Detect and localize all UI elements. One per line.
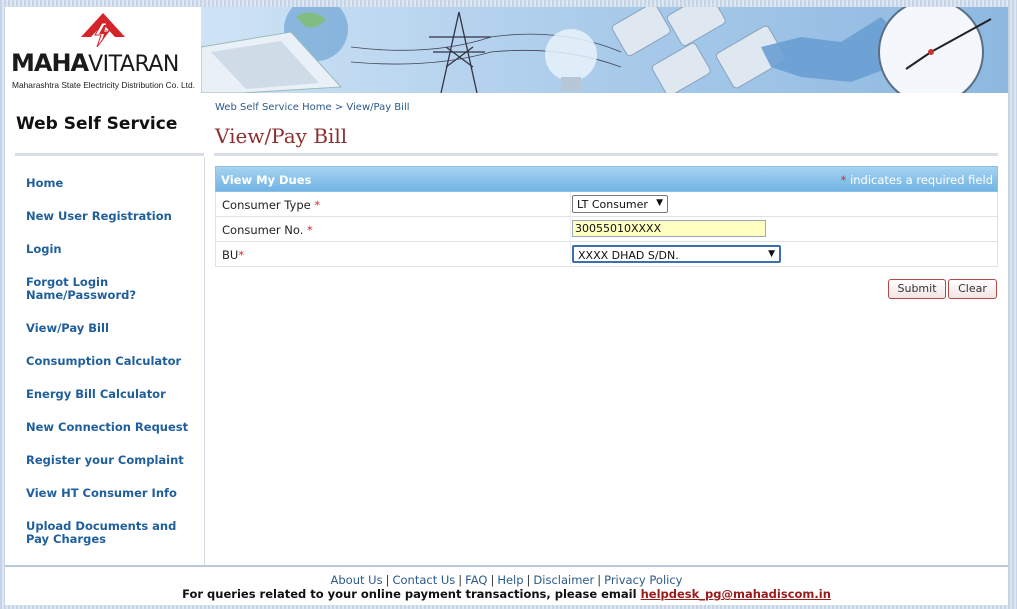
breadcrumb-separator: > [334, 102, 344, 113]
consumer-no-input[interactable]: 30055010XXXX [572, 220, 766, 237]
consumer-type-label-text: Consumer Type [222, 198, 311, 212]
breadcrumb-home-link[interactable]: Web Self Service Home [215, 102, 332, 113]
helpdesk-email-link[interactable]: helpdesk_pg@mahadiscom.in [641, 587, 831, 601]
footer-link-disclaimer[interactable]: Disclaimer [533, 573, 594, 587]
consumer-no-required-star: * [307, 223, 313, 237]
sidebar-item-new-user-registration[interactable]: New User Registration [26, 210, 196, 223]
footer-link-help[interactable]: Help [497, 573, 523, 587]
form-title: View My Dues [221, 173, 312, 187]
brand-subtitle: Maharashtra State Electricity Distributi… [12, 80, 195, 90]
sidebar-item-upload-documents[interactable]: Upload Documents and Pay Charges [26, 520, 186, 546]
sidebar-nav: Home New User Registration Login Forgot … [15, 157, 205, 565]
sidebar-item-consumption-calculator[interactable]: Consumption Calculator [26, 355, 196, 368]
form-header: View My Dues * indicates a required fiel… [215, 166, 998, 192]
sidebar-item-home[interactable]: Home [26, 177, 196, 190]
consumer-no-label: Consumer No. * [222, 223, 313, 237]
consumer-no-label-text: Consumer No. [222, 223, 304, 237]
mahavitaran-logo-icon [81, 13, 125, 48]
footer-note-text: For queries related to your online payme… [182, 587, 637, 601]
footer-links: About Us | Contact Us | FAQ | Help | Disclaimer |… [5, 573, 1008, 587]
banner-artwork [201, 7, 1008, 93]
divider [214, 153, 998, 156]
sidebar-item-forgot-login[interactable]: Forgot Login Name/Password? [26, 276, 166, 302]
page: MAHAVITARAN Maharashtra State Electricit… [5, 7, 1008, 605]
footer-note: For queries related to your online payme… [5, 587, 1008, 601]
footer-divider [5, 565, 1008, 567]
brand-name: MAHAVITARAN [11, 49, 201, 77]
consumer-type-select[interactable]: LT Consumer ▼ [572, 195, 668, 213]
bu-required-star: * [238, 248, 245, 262]
sidebar-item-view-ht-consumer-info[interactable]: View HT Consumer Info [26, 487, 196, 500]
footer-link-faq[interactable]: FAQ [465, 573, 487, 587]
required-star: * [840, 173, 847, 187]
consumer-type-row: Consumer Type * LT Consumer ▼ [215, 192, 998, 217]
footer-separator: | [385, 573, 390, 587]
footer-separator: | [458, 573, 463, 587]
consumer-type-required-star: * [314, 198, 321, 212]
sidebar-item-view-pay-bill[interactable]: View/Pay Bill [26, 322, 196, 335]
submit-button[interactable]: Submit [888, 279, 946, 299]
bu-select[interactable]: XXXX DHAD S/DN. ▼ [572, 245, 781, 263]
footer-link-privacy-policy[interactable]: Privacy Policy [604, 573, 682, 587]
consumer-type-value: LT Consumer [577, 198, 648, 211]
required-note: * indicates a required field [841, 173, 993, 187]
footer-separator: | [597, 573, 602, 587]
dropdown-arrow-icon: ▼ [768, 249, 775, 259]
logo[interactable]: MAHAVITARAN Maharashtra State Electricit… [5, 7, 201, 93]
column-divider [570, 217, 571, 241]
footer-separator: | [526, 573, 531, 587]
bu-label: BU* [222, 248, 244, 262]
sidebar-item-new-connection-request[interactable]: New Connection Request [26, 421, 196, 434]
page-title: View/Pay Bill [215, 124, 348, 148]
column-divider [570, 192, 571, 216]
breadcrumb: Web Self Service Home > View/Pay Bill [215, 102, 410, 113]
header-banner [201, 7, 1008, 93]
dropdown-arrow-icon: ▼ [656, 198, 663, 208]
divider [15, 153, 204, 156]
brand-name-light: VITARAN [88, 52, 179, 77]
bu-label-text: BU [222, 248, 239, 262]
sidebar-item-register-complaint[interactable]: Register your Complaint [26, 454, 196, 467]
clear-button[interactable]: Clear [948, 279, 997, 299]
footer-separator: | [490, 573, 495, 587]
breadcrumb-current-link[interactable]: View/Pay Bill [346, 102, 409, 113]
consumer-no-row: Consumer No. * 30055010XXXX [215, 217, 998, 242]
bu-value: XXXX DHAD S/DN. [578, 249, 679, 262]
sidebar-item-login[interactable]: Login [26, 243, 196, 256]
app-title: Web Self Service [16, 114, 178, 134]
brand-name-bold: MAHA [11, 49, 89, 77]
bu-row: BU* XXXX DHAD S/DN. ▼ [215, 242, 998, 267]
footer-link-contact-us[interactable]: Contact Us [392, 573, 455, 587]
sidebar-item-energy-bill-calculator[interactable]: Energy Bill Calculator [26, 388, 196, 401]
consumer-type-label: Consumer Type * [222, 198, 320, 212]
footer-link-about-us[interactable]: About Us [331, 573, 383, 587]
required-note-text: indicates a required field [850, 173, 993, 187]
column-divider [570, 242, 571, 266]
